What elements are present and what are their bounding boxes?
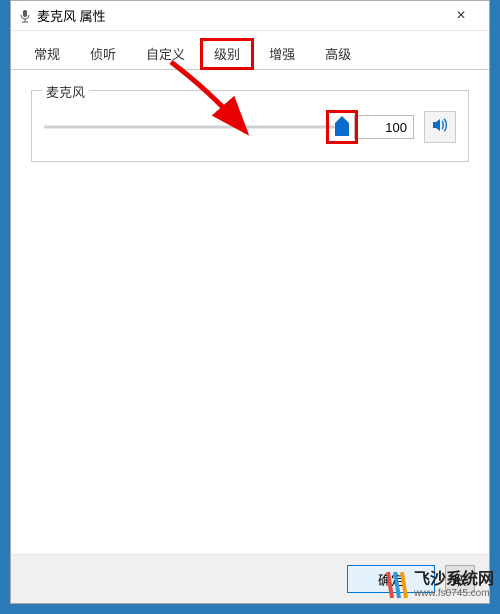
tab-general[interactable]: 常规 [19, 37, 75, 69]
window-title: 麦克风 属性 [37, 6, 441, 25]
close-button[interactable]: × [441, 2, 481, 30]
titlebar: 麦克风 属性 × [11, 1, 489, 31]
watermark-name: 飞沙系统网 [414, 572, 494, 588]
microphone-properties-dialog: 麦克风 属性 × 常规 侦听 自定义 级别 增强 高级 麦克风 100 [10, 0, 490, 604]
tab-custom[interactable]: 自定义 [131, 37, 200, 69]
mute-button[interactable] [424, 111, 456, 143]
microphone-level-group: 麦克风 100 [31, 90, 469, 162]
tab-enhance[interactable]: 增强 [254, 37, 310, 69]
watermark-url: www.fs0745.com [414, 588, 494, 599]
watermark-logo-icon [384, 570, 410, 600]
slider-track-line [44, 126, 342, 129]
volume-slider[interactable] [44, 117, 342, 137]
volume-value[interactable]: 100 [354, 115, 414, 139]
annotation-highlight-thumb [326, 110, 358, 144]
tab-levels[interactable]: 级别 [200, 38, 254, 70]
tab-advanced[interactable]: 高级 [310, 37, 366, 69]
microphone-icon [19, 9, 31, 23]
watermark: 飞沙系统网 www.fs0745.com [384, 570, 494, 600]
tab-content: 麦克风 100 [11, 70, 489, 554]
tab-bar: 常规 侦听 自定义 级别 增强 高级 [11, 31, 489, 70]
tab-listen[interactable]: 侦听 [75, 37, 131, 69]
group-label: 麦克风 [42, 82, 89, 101]
slider-row: 100 [44, 111, 456, 143]
speaker-icon [431, 116, 449, 139]
